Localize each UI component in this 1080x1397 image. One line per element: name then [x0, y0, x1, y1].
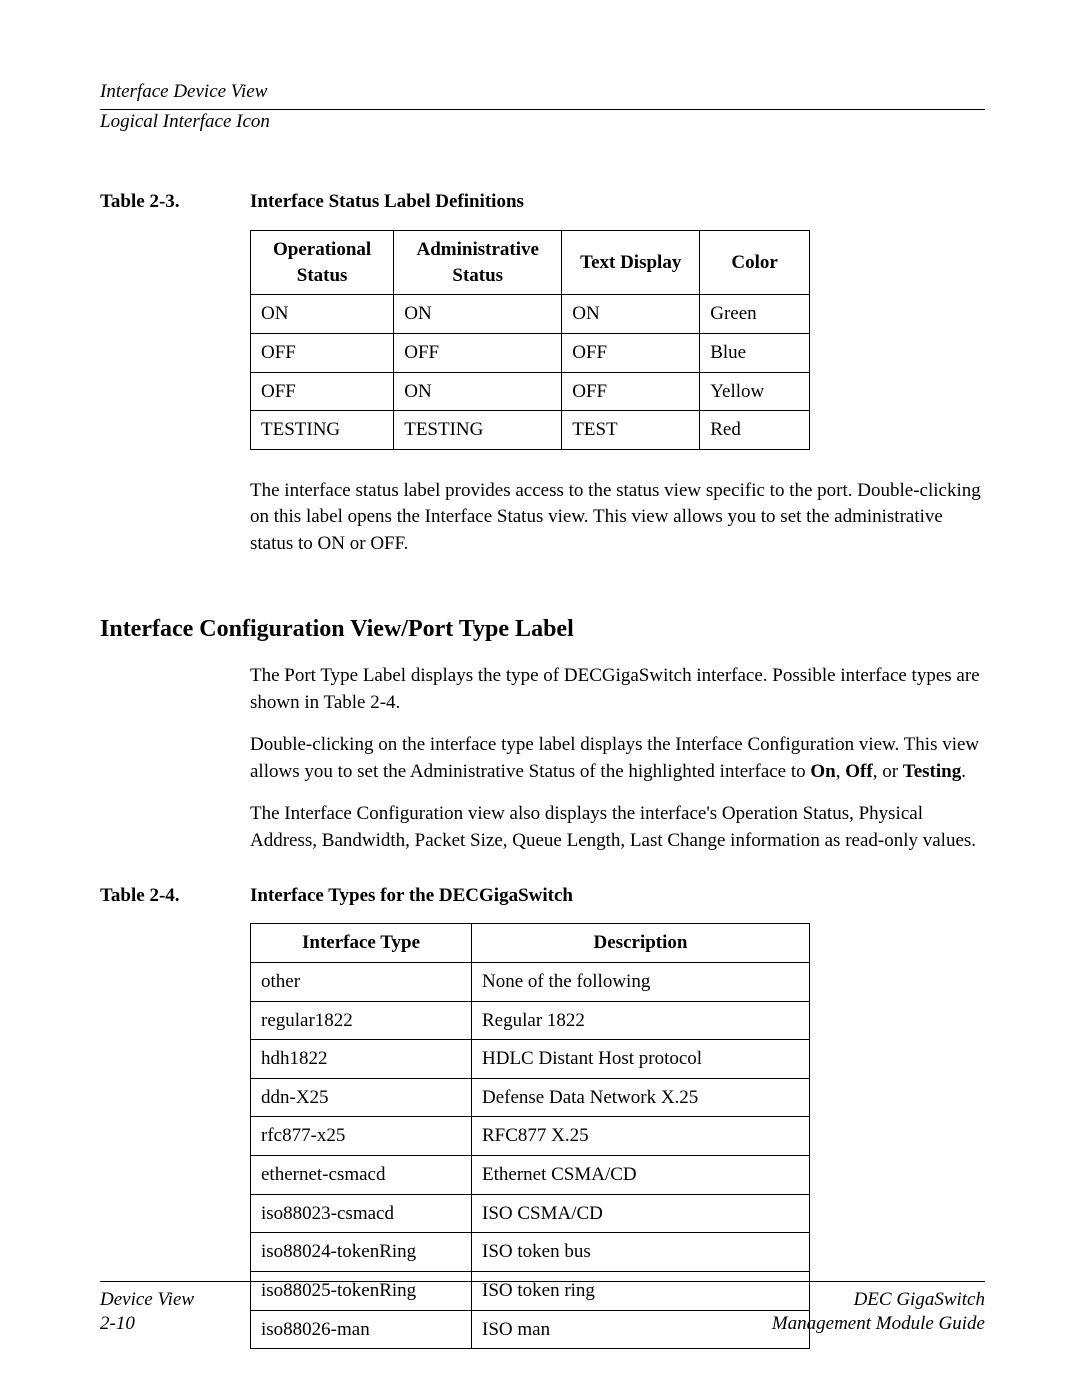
bold-text: On [810, 761, 835, 782]
cell: ON [562, 295, 700, 334]
page-container: Interface Device View Logical Interface … [0, 0, 1080, 1397]
cell: Yellow [700, 372, 810, 411]
cell: ON [394, 372, 562, 411]
footer-right-2: Management Module Guide [543, 1312, 986, 1337]
cell: None of the following [472, 962, 810, 1001]
bold-text: Testing [903, 761, 961, 782]
col-header: Description [472, 924, 810, 963]
table-2-3: Operational Status Administrative Status… [250, 230, 810, 450]
cell: ethernet-csmacd [251, 1156, 472, 1195]
cell: OFF [251, 333, 394, 372]
table-row: OFF OFF OFF Blue [251, 333, 810, 372]
section-heading: Interface Configuration View/Port Type L… [100, 613, 985, 645]
cell: TESTING [251, 411, 394, 450]
cell: TESTING [394, 411, 562, 450]
table-title: Interface Types for the DECGigaSwitch [250, 885, 573, 906]
table-header-row: Operational Status Administrative Status… [251, 231, 810, 295]
cell: Green [700, 295, 810, 334]
cell: OFF [251, 372, 394, 411]
cell: ON [251, 295, 394, 334]
bold-text: Off [845, 761, 872, 782]
table-title: Interface Status Label Definitions [250, 191, 524, 212]
table-row: ddn-X25 Defense Data Network X.25 [251, 1078, 810, 1117]
table-row: TESTING TESTING TEST Red [251, 411, 810, 450]
cell: Blue [700, 333, 810, 372]
col-header: Text Display [562, 231, 700, 295]
page-footer: Device View 2-10 DEC GigaSwitch Manageme… [100, 1281, 985, 1337]
cell: OFF [394, 333, 562, 372]
footer-left-2: 2-10 [100, 1312, 543, 1337]
cell: TEST [562, 411, 700, 450]
table-number: Table 2-4. [100, 883, 250, 909]
table-row: OFF ON OFF Yellow [251, 372, 810, 411]
paragraph: The Port Type Label displays the type of… [250, 663, 985, 716]
table-number: Table 2-3. [100, 189, 250, 215]
paragraph: The interface status label provides acce… [250, 478, 985, 558]
cell: Defense Data Network X.25 [472, 1078, 810, 1117]
cell: RFC877 X.25 [472, 1117, 810, 1156]
cell: Ethernet CSMA/CD [472, 1156, 810, 1195]
table-row: rfc877-x25 RFC877 X.25 [251, 1117, 810, 1156]
cell: other [251, 962, 472, 1001]
text: , or [873, 761, 903, 782]
table-2-4-caption: Table 2-4.Interface Types for the DECGig… [100, 883, 985, 909]
text: . [961, 761, 966, 782]
table-row: ON ON ON Green [251, 295, 810, 334]
cell: ISO token bus [472, 1233, 810, 1272]
cell: OFF [562, 333, 700, 372]
text: , [836, 761, 846, 782]
footer-right-1: DEC GigaSwitch [543, 1288, 986, 1313]
cell: HDLC Distant Host protocol [472, 1040, 810, 1079]
header-line-1: Interface Device View [100, 80, 985, 105]
cell: Red [700, 411, 810, 450]
footer-left-1: Device View [100, 1288, 543, 1313]
cell: ISO CSMA/CD [472, 1194, 810, 1233]
table-row: other None of the following [251, 962, 810, 1001]
cell: hdh1822 [251, 1040, 472, 1079]
table-row: hdh1822 HDLC Distant Host protocol [251, 1040, 810, 1079]
col-header: Administrative Status [394, 231, 562, 295]
cell: iso88024-tokenRing [251, 1233, 472, 1272]
table-row: iso88024-tokenRing ISO token bus [251, 1233, 810, 1272]
cell: OFF [562, 372, 700, 411]
table-2-3-caption: Table 2-3.Interface Status Label Definit… [100, 189, 985, 215]
cell: ddn-X25 [251, 1078, 472, 1117]
paragraph: Double-clicking on the interface type la… [250, 732, 985, 785]
header-line-2: Logical Interface Icon [100, 110, 985, 135]
col-header: Color [700, 231, 810, 295]
table-row: ethernet-csmacd Ethernet CSMA/CD [251, 1156, 810, 1195]
cell: iso88023-csmacd [251, 1194, 472, 1233]
table-row: iso88023-csmacd ISO CSMA/CD [251, 1194, 810, 1233]
table-row: regular1822 Regular 1822 [251, 1001, 810, 1040]
table-header-row: Interface Type Description [251, 924, 810, 963]
col-header: Operational Status [251, 231, 394, 295]
footer-left: Device View 2-10 [100, 1288, 543, 1337]
footer-rule [100, 1281, 985, 1282]
paragraph: The Interface Configuration view also di… [250, 801, 985, 854]
cell: Regular 1822 [472, 1001, 810, 1040]
col-header: Interface Type [251, 924, 472, 963]
cell: rfc877-x25 [251, 1117, 472, 1156]
cell: ON [394, 295, 562, 334]
page-header: Interface Device View Logical Interface … [100, 80, 985, 134]
footer-right: DEC GigaSwitch Management Module Guide [543, 1288, 986, 1337]
cell: regular1822 [251, 1001, 472, 1040]
